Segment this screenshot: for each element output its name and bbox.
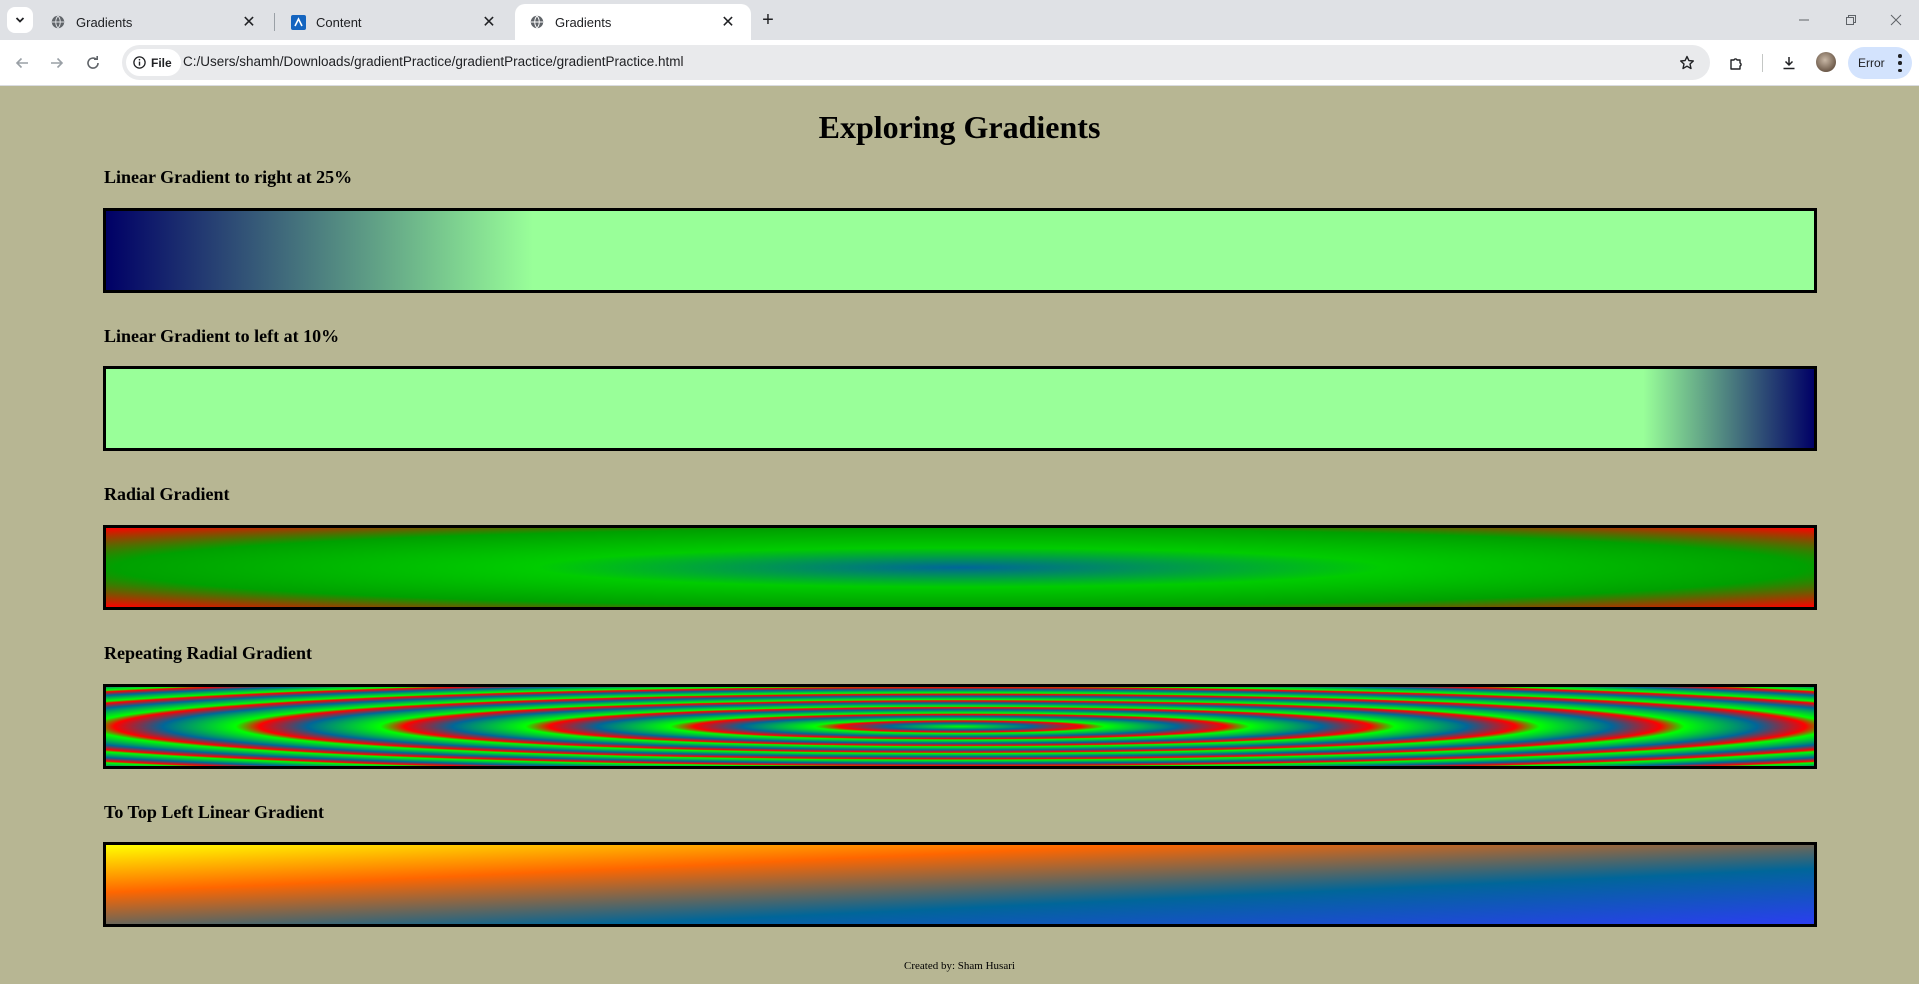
globe-icon	[529, 14, 545, 30]
top-left-linear-gradient-box	[103, 842, 1817, 927]
browser-toolbar: File C:/Users/shamh/Downloads/gradientPr…	[0, 40, 1919, 86]
radial-gradient-box	[103, 525, 1817, 610]
repeating-radial-gradient-box	[103, 684, 1817, 769]
close-window-button[interactable]	[1876, 6, 1916, 34]
info-icon	[133, 56, 146, 69]
profile-avatar[interactable]	[1816, 52, 1836, 72]
forward-button[interactable]	[43, 49, 71, 77]
profile-status-label: Error	[1858, 56, 1885, 70]
section-label-top-left-linear: To Top Left Linear Gradient	[104, 802, 325, 822]
tab-gradients-1[interactable]: Gradients ✕	[36, 4, 272, 40]
reload-button[interactable]	[79, 49, 107, 77]
more-vert-icon	[1898, 54, 1902, 72]
close-icon	[1890, 14, 1902, 26]
tab-content[interactable]: Content ✕	[276, 4, 512, 40]
linear-gradient-left-box	[103, 366, 1817, 451]
address-bar[interactable]: File C:/Users/shamh/Downloads/gradientPr…	[122, 45, 1710, 80]
close-icon[interactable]: ✕	[719, 13, 737, 31]
close-icon[interactable]: ✕	[480, 13, 498, 31]
restore-button[interactable]	[1831, 6, 1871, 34]
chevron-down-icon	[15, 17, 25, 23]
section-label-repeating-radial: Repeating Radial Gradient	[104, 643, 313, 663]
tab-strip: Gradients ✕ Content ✕ Gradients ✕ +	[0, 0, 1919, 40]
arrow-right-icon	[51, 57, 64, 69]
close-icon[interactable]: ✕	[240, 13, 258, 31]
tab-divider	[274, 13, 275, 31]
star-icon	[1680, 55, 1694, 70]
page-content: Exploring Gradients Linear Gradient to r…	[0, 87, 1919, 984]
restore-icon	[1846, 15, 1856, 25]
tab-search-button[interactable]	[7, 7, 33, 33]
profile-error-button[interactable]: Error	[1848, 47, 1912, 79]
section-label-linear-right: Linear Gradient to right at 25%	[104, 167, 353, 187]
tab-gradients-active[interactable]: Gradients ✕	[515, 4, 751, 40]
site-chip-label: File	[151, 55, 172, 70]
toolbar-divider	[1762, 54, 1763, 72]
globe-icon	[50, 14, 66, 30]
back-button[interactable]	[8, 49, 36, 77]
extensions-button[interactable]	[1722, 49, 1750, 77]
bookmark-button[interactable]	[1676, 52, 1698, 74]
linear-gradient-right-box	[103, 208, 1817, 293]
minimize-icon	[1799, 19, 1809, 21]
canvas-logo-icon	[290, 14, 306, 30]
page-title: Exploring Gradients	[818, 109, 1101, 145]
new-tab-button[interactable]: +	[756, 8, 780, 32]
footer-credit: Created by: Sham Husari	[904, 960, 1015, 972]
section-label-linear-left: Linear Gradient to left at 10%	[104, 326, 340, 346]
url-text[interactable]: C:/Users/shamh/Downloads/gradientPractic…	[183, 54, 683, 69]
arrow-left-icon	[15, 57, 28, 69]
reload-icon	[87, 56, 99, 69]
section-label-radial: Radial Gradient	[104, 484, 230, 504]
plus-icon: +	[762, 8, 774, 31]
minimize-button[interactable]	[1784, 6, 1824, 34]
download-icon	[1783, 57, 1795, 70]
downloads-button[interactable]	[1775, 49, 1803, 77]
site-info-chip[interactable]: File	[126, 49, 181, 76]
puzzle-icon	[1729, 57, 1742, 70]
